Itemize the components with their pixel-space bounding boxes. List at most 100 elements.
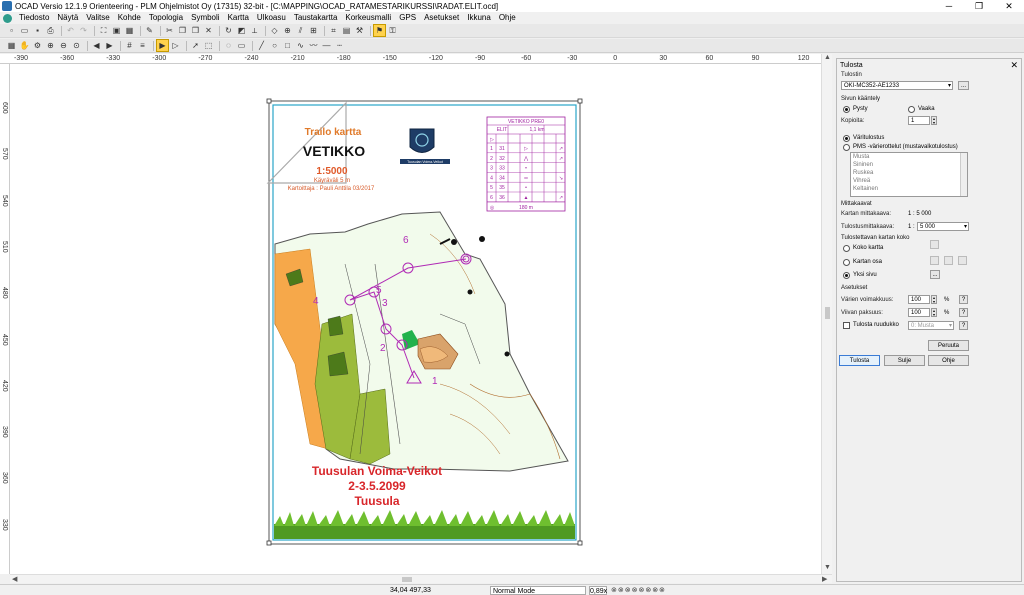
print-button[interactable]: Tulosta [839, 355, 880, 366]
help-button[interactable]: Ohje [928, 355, 969, 366]
menu-asetukset[interactable]: Asetukset [420, 12, 463, 24]
back-icon[interactable]: ◀ [91, 40, 102, 51]
cut-line-icon[interactable]: ⫽ [295, 25, 306, 36]
rotate-icon[interactable]: ↻ [223, 25, 234, 36]
whole-map-radio[interactable] [843, 245, 850, 252]
grid-icon[interactable]: ▤ [341, 25, 352, 36]
zoom-out-icon[interactable]: ⊖ [58, 40, 69, 51]
freehand-icon[interactable]: 〰 [308, 40, 319, 51]
color-item[interactable]: Sininen [851, 161, 967, 169]
grid-color-select[interactable]: 0: Musta ▾ [908, 321, 954, 330]
edit-object-icon[interactable]: ▶ [156, 39, 169, 52]
join-icon[interactable]: ⊕ [282, 25, 293, 36]
new-icon[interactable]: ▫ [6, 25, 17, 36]
menu-valitse[interactable]: Valitse [82, 12, 113, 24]
zoom-prev-icon[interactable]: ⊙ [71, 40, 82, 51]
vertical-scrollbar[interactable]: ▲ ▼ [821, 54, 832, 574]
color-intensity-input[interactable]: 100 [908, 295, 930, 304]
delete-icon[interactable]: ✕ [203, 25, 214, 36]
cut-icon[interactable]: ✂ [164, 25, 175, 36]
node-icon[interactable]: ◇ [269, 25, 280, 36]
line-width-help-button[interactable]: ? [959, 308, 968, 317]
color-item[interactable]: Keltainen [851, 185, 967, 193]
layers-icon[interactable]: ≡ [137, 40, 148, 51]
menu-topologia[interactable]: Topologia [145, 12, 187, 24]
scroll-down-icon[interactable]: ▼ [824, 564, 831, 571]
grid-hash-icon[interactable]: # [124, 40, 135, 51]
straight-icon[interactable]: — [321, 40, 332, 51]
panel-close-icon[interactable]: ✕ [1010, 60, 1018, 71]
undo-icon[interactable]: ↶ [65, 25, 76, 36]
select-arrow-icon[interactable]: ➚ [190, 40, 201, 51]
rectangle-icon[interactable]: □ [282, 40, 293, 51]
scroll-right-icon[interactable]: ▶ [822, 575, 827, 583]
color-intensity-spinner[interactable]: ▴ ▾ [931, 295, 937, 304]
open-icon[interactable]: ▭ [19, 25, 30, 36]
close-window-button[interactable]: ✕ [994, 0, 1024, 12]
menu-gps[interactable]: GPS [395, 12, 420, 24]
line-icon[interactable]: ╱ [256, 40, 267, 51]
color-item[interactable]: Vihreä [851, 177, 967, 185]
preview-icon[interactable]: ▣ [111, 25, 122, 36]
menu-ulkoasu[interactable]: Ulkoasu [253, 12, 290, 24]
copies-input[interactable]: 1 [908, 116, 930, 125]
print-grid-checkbox[interactable] [843, 322, 850, 329]
gear-icon[interactable]: ⚙ [32, 40, 43, 51]
line-width-spinner[interactable]: ▴ ▾ [931, 308, 937, 317]
crop-icon[interactable]: ⌗ [328, 25, 339, 36]
rect-icon[interactable]: ▭ [236, 40, 247, 51]
restore-button[interactable]: ❐ [964, 0, 994, 12]
print-icon[interactable]: ⎙ [45, 25, 56, 36]
close-button[interactable]: Sulje [884, 355, 925, 366]
curve-icon[interactable]: ∿ [295, 40, 306, 51]
minimize-button[interactable]: ─ [934, 0, 964, 12]
map-part-button-3[interactable] [958, 256, 967, 265]
pan-hand-icon[interactable]: ✋ [19, 40, 30, 51]
map-part-button-2[interactable] [944, 256, 953, 265]
printer-select[interactable]: OKI-MC352-AE1233 ▾ [841, 81, 953, 90]
menu-kohde[interactable]: Kohde [114, 12, 145, 24]
landscape-radio[interactable] [908, 106, 915, 113]
menu-kartta[interactable]: Kartta [224, 12, 253, 24]
print-grid-help-button[interactable]: ? [959, 321, 968, 330]
lasso-icon[interactable]: ◌ [223, 40, 234, 51]
table-icon[interactable]: ▦ [124, 25, 135, 36]
paste-icon[interactable]: ❒ [190, 25, 201, 36]
zoom-in-icon[interactable]: ⊕ [45, 40, 56, 51]
horizontal-scroll-thumb[interactable] [402, 577, 412, 582]
one-page-radio[interactable] [843, 272, 850, 279]
status-zoom[interactable]: 0,89x [589, 586, 607, 595]
cancel-button[interactable]: Peruuta [928, 340, 969, 351]
key-icon[interactable]: ⚿ [387, 25, 398, 36]
edit-point-icon[interactable]: ▷ [170, 40, 181, 51]
tile-icon[interactable]: ▦ [6, 40, 17, 51]
select-area-icon[interactable]: ⬚ [203, 40, 214, 51]
course-icon[interactable]: ⚑ [373, 24, 386, 37]
redo-icon[interactable]: ↷ [78, 25, 89, 36]
circle-icon[interactable]: ○ [269, 40, 280, 51]
portrait-radio[interactable] [843, 106, 850, 113]
menu-ohje[interactable]: Ohje [495, 12, 520, 24]
map-canvas[interactable]: Trailo kartta VETIKKO 1:5000 Käyräväli 5… [10, 64, 821, 574]
forward-icon[interactable]: ▶ [104, 40, 115, 51]
scroll-left-icon[interactable]: ◀ [12, 575, 17, 583]
color-item[interactable]: Ruskea [851, 169, 967, 177]
menu-nayta[interactable]: Näytä [53, 12, 82, 24]
copies-spinner[interactable]: ▴ ▾ [931, 116, 937, 125]
save-icon[interactable]: ▪ [32, 25, 43, 36]
pen-icon[interactable]: ✎ [144, 25, 155, 36]
map-part-button-1[interactable] [930, 256, 939, 265]
whole-map-options-button[interactable] [930, 240, 939, 249]
print-scale-select[interactable]: 5 000 ▾ [917, 222, 969, 231]
printer-settings-button[interactable]: ... [958, 81, 969, 90]
status-mode-select[interactable]: Normal Mode [490, 586, 586, 595]
menu-taustakartta[interactable]: Taustakartta [290, 12, 342, 24]
color-item[interactable]: Musta [851, 153, 967, 161]
pms-print-radio[interactable] [843, 144, 850, 151]
menu-symboli[interactable]: Symboli [187, 12, 223, 24]
document-icon[interactable] [3, 13, 12, 23]
tool-icon[interactable]: ⚒ [354, 25, 365, 36]
color-list[interactable]: Musta Sininen Ruskea Vihreä Keltainen [850, 152, 968, 197]
horizontal-scrollbar[interactable]: ◀ ▶ [10, 574, 832, 583]
one-page-options-button[interactable]: ... [930, 270, 940, 279]
